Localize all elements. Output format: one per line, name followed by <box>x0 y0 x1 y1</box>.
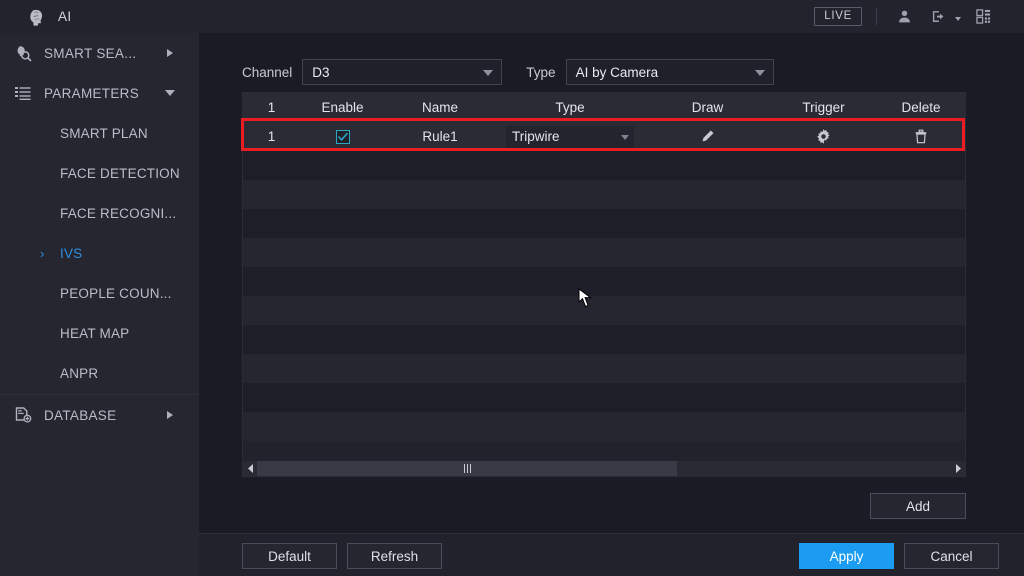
toolbar-divider <box>876 8 877 25</box>
chevron-right-icon: › <box>40 245 45 261</box>
live-button[interactable]: LIVE <box>814 7 862 26</box>
table-row-empty <box>243 238 965 267</box>
sidebar-item-face-detection[interactable]: FACE DETECTION <box>0 153 199 193</box>
row-name: Rule1 <box>422 129 458 144</box>
scroll-left-arrow[interactable] <box>243 461 257 476</box>
ai-configuration-window: AI LIVE SMART SEA... PARAMETERS SMART PL… <box>0 0 1024 576</box>
chevron-down-icon <box>165 90 175 96</box>
gear-icon[interactable] <box>816 129 831 144</box>
title-bar-right: LIVE <box>814 0 1024 33</box>
sidebar-item-heat-map[interactable]: HEAT MAP <box>0 313 199 353</box>
chevron-down-icon <box>754 70 765 76</box>
grid-apps-icon[interactable] <box>971 5 995 29</box>
page-title: AI <box>58 9 72 24</box>
database-icon <box>12 405 34 425</box>
sidebar-item-anpr[interactable]: ANPR <box>0 353 199 393</box>
user-icon[interactable] <box>892 5 916 29</box>
column-header-enable: Enable <box>321 100 364 115</box>
list-icon <box>12 83 34 103</box>
trash-icon[interactable] <box>914 129 928 144</box>
row-enable-cell <box>300 122 385 151</box>
chevron-down-icon <box>483 70 494 76</box>
sidebar-group-label: SMART SEA... <box>44 45 137 61</box>
sidebar-group-parameters[interactable]: PARAMETERS <box>0 73 199 113</box>
rule-type-value: Tripwire <box>512 129 560 144</box>
rule-type-select[interactable]: Tripwire <box>506 125 634 148</box>
column-header-index: 1 <box>267 100 276 115</box>
logout-icon[interactable] <box>927 5 951 29</box>
sidebar-item-people-counting[interactable]: PEOPLE COUN... <box>0 273 199 313</box>
row-trigger-cell <box>770 122 877 151</box>
chevron-right-icon <box>167 49 173 57</box>
chevron-right-icon <box>167 411 173 419</box>
row-type-cell: Tripwire <box>495 122 645 151</box>
column-header-type: Type <box>555 100 585 115</box>
sidebar-item-label: PEOPLE COUN... <box>60 285 172 301</box>
channel-select[interactable]: D3 <box>302 59 503 85</box>
table-row[interactable]: 1 Rule1 Tripwire <box>243 122 965 151</box>
sidebar-item-label: FACE DETECTION <box>60 165 180 181</box>
table-row-empty <box>243 354 965 383</box>
channel-select-value: D3 <box>312 64 330 80</box>
type-select-value: AI by Camera <box>575 64 659 80</box>
type-select[interactable]: AI by Camera <box>565 59 774 85</box>
table-row-empty <box>243 209 965 238</box>
content-panel: Channel D3 Type AI by Camera 1 Enable Na… <box>199 33 1024 576</box>
horizontal-scrollbar[interactable] <box>243 461 965 476</box>
table-row-empty <box>243 296 965 325</box>
refresh-button[interactable]: Refresh <box>347 543 442 569</box>
chevron-down-icon[interactable] <box>955 17 961 21</box>
channel-label: Channel <box>242 64 293 80</box>
table-row-empty <box>243 412 965 441</box>
table-header-row: 1 Enable Name Type Draw Trigger Delete <box>243 93 965 122</box>
row-draw-cell <box>645 122 770 151</box>
sidebar-group-smart-search[interactable]: SMART SEA... <box>0 33 199 73</box>
row-index: 1 <box>267 129 276 144</box>
table-row-empty <box>243 325 965 354</box>
table-row-empty <box>243 180 965 209</box>
scrollbar-thumb[interactable] <box>257 461 677 476</box>
table-row-empty <box>243 383 965 412</box>
footer-bar: Default Refresh Apply Cancel <box>199 533 1024 576</box>
sidebar-item-face-recognition[interactable]: FACE RECOGNI... <box>0 193 199 233</box>
cancel-button[interactable]: Cancel <box>904 543 999 569</box>
sidebar-item-label: FACE RECOGNI... <box>60 205 177 221</box>
sidebar-item-label: IVS <box>60 245 83 261</box>
default-button[interactable]: Default <box>242 543 337 569</box>
column-header-draw: Draw <box>691 100 724 115</box>
type-label: Type <box>526 64 556 80</box>
sidebar-group-label: DATABASE <box>44 407 117 423</box>
row-delete-cell <box>877 122 965 151</box>
add-button[interactable]: Add <box>870 493 966 519</box>
sidebar-database-wrap: DATABASE <box>0 394 199 435</box>
scrollbar-track[interactable] <box>257 461 951 476</box>
ai-head-icon <box>26 6 48 28</box>
enable-checkbox[interactable] <box>335 129 350 144</box>
sidebar-item-label: ANPR <box>60 365 99 381</box>
column-header-delete: Delete <box>901 100 941 115</box>
sidebar: SMART SEA... PARAMETERS SMART PLAN FACE … <box>0 33 199 576</box>
scroll-right-arrow[interactable] <box>951 461 965 476</box>
title-bar: AI LIVE <box>0 0 1024 33</box>
table-row-empty <box>243 151 965 180</box>
sidebar-item-label: HEAT MAP <box>60 325 130 341</box>
filter-bar: Channel D3 Type AI by Camera <box>242 59 774 85</box>
sidebar-item-label: SMART PLAN <box>60 125 148 141</box>
rules-table: 1 Enable Name Type Draw Trigger Delete 1 <box>242 92 966 477</box>
sidebar-group-label: PARAMETERS <box>44 85 140 101</box>
column-header-trigger: Trigger <box>802 100 845 115</box>
sidebar-item-ivs[interactable]: › IVS <box>0 233 199 273</box>
table-row-empty <box>243 267 965 296</box>
pencil-icon[interactable] <box>700 129 715 144</box>
apply-button[interactable]: Apply <box>799 543 894 569</box>
smart-search-icon <box>12 43 34 63</box>
title-bar-left: AI <box>0 6 72 28</box>
sidebar-item-smart-plan[interactable]: SMART PLAN <box>0 113 199 153</box>
sidebar-group-database[interactable]: DATABASE <box>0 395 199 435</box>
scroll-grip <box>463 464 471 473</box>
column-header-name: Name <box>421 100 458 115</box>
chevron-down-icon <box>621 134 629 140</box>
